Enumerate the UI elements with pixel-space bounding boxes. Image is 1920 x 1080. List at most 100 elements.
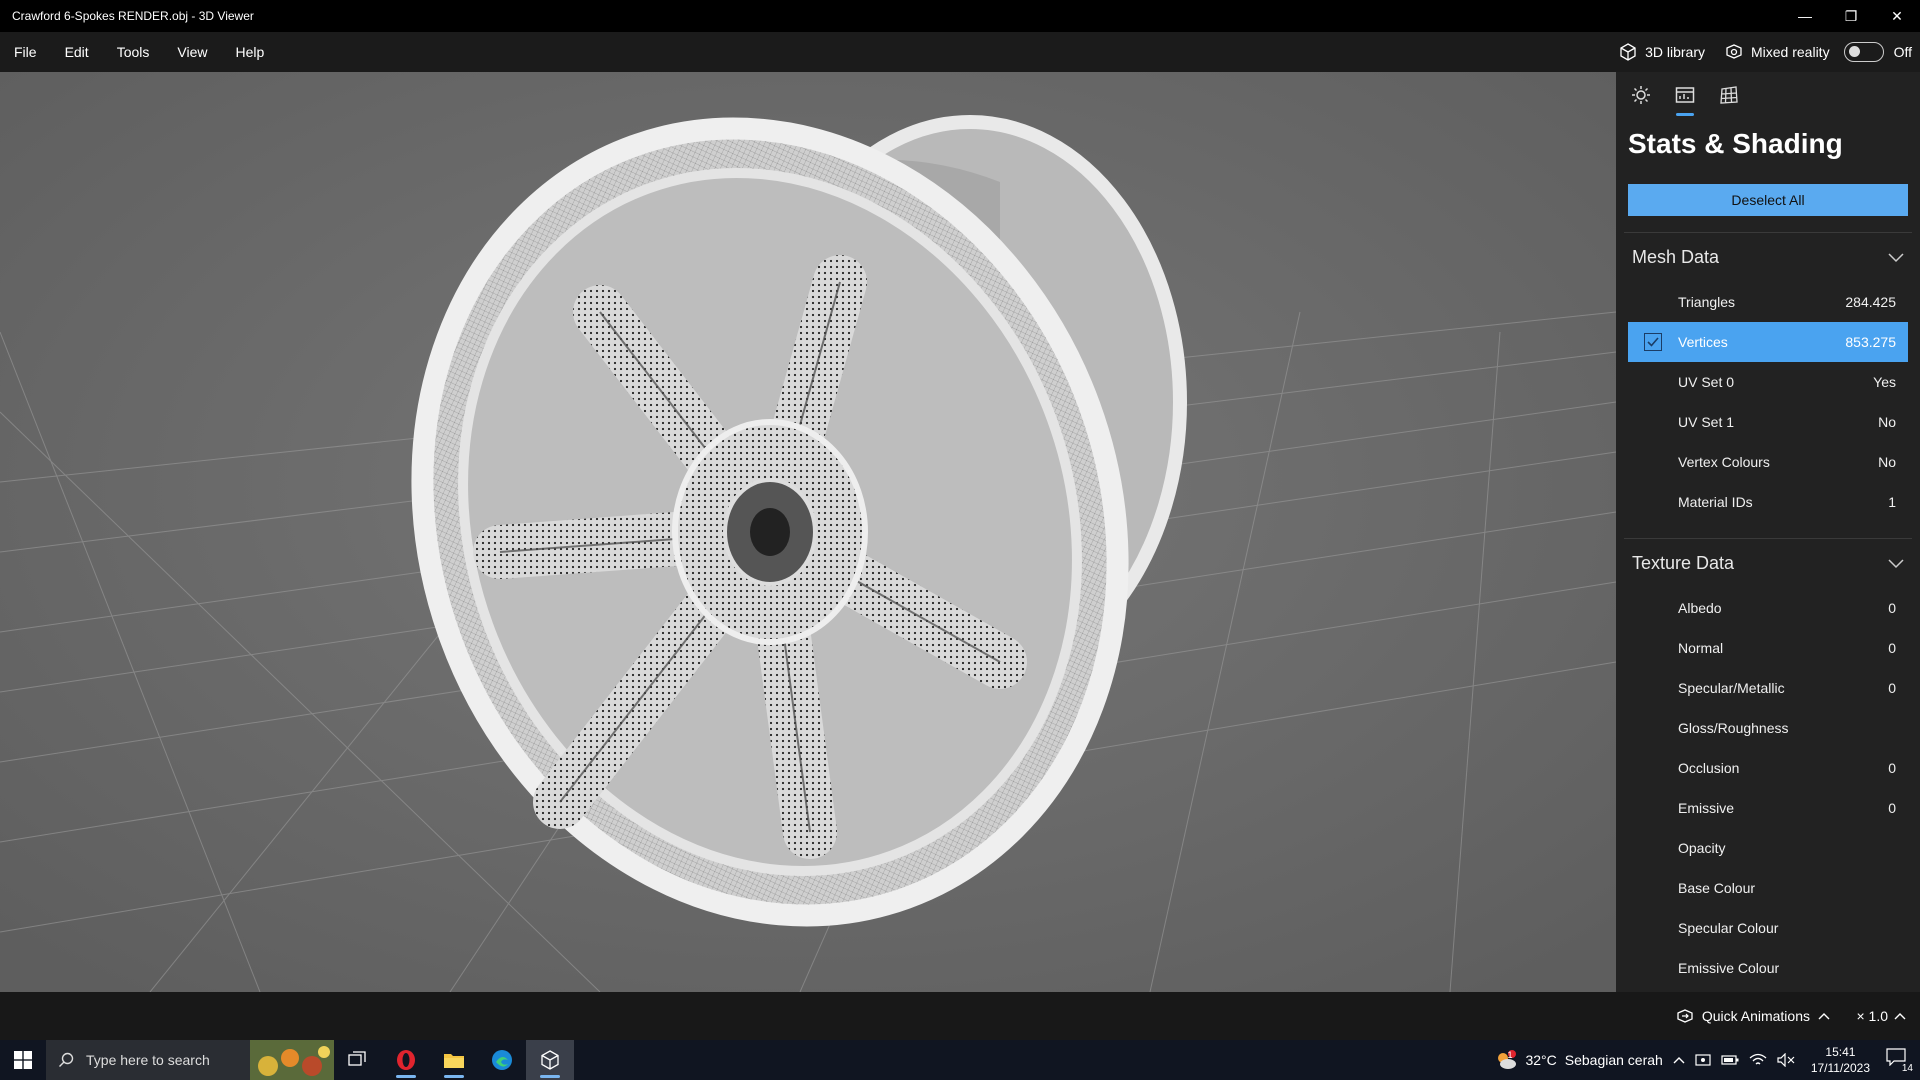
row-value: 0: [1888, 640, 1896, 656]
texture-row-albedo[interactable]: Albedo 0: [1628, 588, 1908, 628]
mixed-reality-toggle[interactable]: [1843, 42, 1884, 62]
texture-row-specular-colour[interactable]: Specular Colour: [1628, 908, 1908, 948]
mixed-reality-state: Off: [1893, 44, 1912, 60]
row-label: Emissive: [1678, 800, 1735, 816]
tab-lighting[interactable]: [1624, 78, 1658, 112]
texture-data-header[interactable]: Texture Data: [1624, 538, 1912, 588]
start-button[interactable]: [0, 1040, 46, 1080]
toggle-knob: [1848, 46, 1860, 57]
clock-time: 15:41: [1825, 1045, 1856, 1059]
vertices-checkbox[interactable]: [1644, 333, 1662, 351]
taskbar-opera[interactable]: [382, 1040, 430, 1080]
taskbar-file-explorer[interactable]: [430, 1040, 478, 1080]
row-label: Opacity: [1678, 840, 1726, 856]
search-highlight-image: [250, 1040, 334, 1080]
texture-row-gloss-roughness[interactable]: Gloss/Roughness: [1628, 708, 1908, 748]
status-bar: Quick Animations × 1.0: [0, 992, 1920, 1040]
mesh-data-title: Mesh Data: [1632, 247, 1720, 267]
tab-stats[interactable]: [1668, 78, 1702, 116]
texture-row-emissive-colour[interactable]: Emissive Colour: [1628, 948, 1908, 988]
row-value: 0: [1888, 800, 1896, 816]
close-button[interactable]: ✕: [1874, 0, 1920, 32]
row-label: Base Colour: [1678, 880, 1756, 896]
row-label: UV Set 0: [1678, 374, 1735, 390]
system-tray: 1 32°C Sebagian cerah 15:41 17/11/2023 1…: [1495, 1040, 1920, 1080]
texture-row-occlusion[interactable]: Occlusion 0: [1628, 748, 1908, 788]
menu-edit[interactable]: Edit: [51, 32, 103, 72]
notification-count: 14: [1900, 1063, 1914, 1074]
mixed-reality-icon: [1726, 44, 1742, 59]
texture-row-normal[interactable]: Normal 0: [1628, 628, 1908, 668]
stats-icon: [1675, 87, 1695, 103]
mesh-row-uv-set-1[interactable]: UV Set 1 No: [1628, 402, 1908, 442]
row-value: Yes: [1873, 374, 1896, 390]
mesh-data-header[interactable]: Mesh Data: [1624, 232, 1912, 282]
mixed-reality-label: Mixed reality: [1750, 44, 1830, 60]
chevron-up-icon[interactable]: [1673, 1056, 1685, 1064]
menu-tools[interactable]: Tools: [103, 32, 164, 72]
3d-viewport[interactable]: [0, 72, 1616, 992]
search-icon: [59, 1052, 74, 1067]
3d-library-button[interactable]: 3D library: [1609, 32, 1715, 72]
weather-temp: 32°C: [1525, 1052, 1557, 1068]
task-view-icon: [348, 1051, 366, 1066]
quick-animations-button[interactable]: Quick Animations: [1676, 992, 1830, 1040]
texture-row-specular-metallic[interactable]: Specular/Metallic 0: [1628, 668, 1908, 708]
battery-icon[interactable]: [1721, 1054, 1739, 1066]
title-bar: Crawford 6-Spokes RENDER.obj - 3D Viewer…: [0, 0, 1920, 32]
minimize-button[interactable]: —: [1782, 0, 1828, 32]
row-value: 0: [1888, 600, 1896, 616]
taskbar-3d-viewer[interactable]: [526, 1040, 574, 1080]
quick-animations-label: Quick Animations: [1701, 1008, 1810, 1024]
weather-widget[interactable]: 1 32°C Sebagian cerah: [1495, 1050, 1663, 1070]
row-check-area: [1628, 333, 1678, 351]
mesh-row-triangles[interactable]: Triangles 284.425: [1628, 282, 1908, 322]
clock-date: 17/11/2023: [1810, 1061, 1870, 1075]
deselect-all-button[interactable]: Deselect All: [1628, 184, 1908, 216]
texture-row-emissive[interactable]: Emissive 0: [1628, 788, 1908, 828]
panel-title: Stats & Shading: [1628, 128, 1843, 159]
notification-center-button[interactable]: 14: [1886, 1048, 1914, 1074]
weather-badge: 1: [1507, 1050, 1513, 1060]
menu-view[interactable]: View: [163, 32, 221, 72]
mesh-row-vertices[interactable]: Vertices 853.275: [1628, 322, 1908, 362]
chevron-up-icon: [1894, 1013, 1906, 1020]
mesh-row-uv-set-0[interactable]: UV Set 0 Yes: [1628, 362, 1908, 402]
chevron-down-icon: [1888, 558, 1904, 568]
row-label: Occlusion: [1678, 760, 1740, 776]
texture-row-opacity[interactable]: Opacity: [1628, 828, 1908, 868]
row-value: 853.275: [1845, 334, 1896, 350]
windows-taskbar: Type here to search 1 32°C Sebagian cera…: [0, 1040, 1920, 1080]
grid-icon: [1720, 86, 1738, 104]
row-label: Specular Colour: [1678, 920, 1779, 936]
animation-icon: [1677, 1009, 1693, 1023]
texture-row-base-colour[interactable]: Base Colour: [1628, 868, 1908, 908]
menu-file[interactable]: File: [0, 32, 51, 72]
folder-icon: [444, 1054, 464, 1068]
speaker-muted-icon[interactable]: [1777, 1053, 1795, 1067]
mixed-reality-button[interactable]: Mixed reality: [1715, 32, 1840, 72]
mesh-row-vertex-colours[interactable]: Vertex Colours No: [1628, 442, 1908, 482]
row-label: Emissive Colour: [1678, 960, 1780, 976]
texture-data-title: Texture Data: [1632, 553, 1735, 573]
stats-shading-panel: Stats & Shading Deselect All Mesh Data T…: [1616, 72, 1920, 992]
tab-grid[interactable]: [1712, 78, 1746, 112]
task-view-button[interactable]: [334, 1040, 382, 1080]
row-label: Triangles: [1678, 294, 1736, 310]
menu-help[interactable]: Help: [221, 32, 278, 72]
maximize-button[interactable]: ❐: [1828, 0, 1874, 32]
chevron-down-icon: [1888, 252, 1904, 262]
row-value: 0: [1888, 680, 1896, 696]
animation-speed-button[interactable]: × 1.0: [1856, 992, 1906, 1040]
mesh-row-material-ids[interactable]: Material IDs 1: [1628, 482, 1908, 522]
meet-now-icon[interactable]: [1695, 1052, 1711, 1068]
taskbar-edge[interactable]: [478, 1040, 526, 1080]
wifi-icon[interactable]: [1749, 1053, 1767, 1067]
clock[interactable]: 15:41 17/11/2023: [1805, 1044, 1876, 1076]
opera-icon: [397, 1050, 415, 1070]
row-label: Vertex Colours: [1678, 454, 1770, 470]
row-label: UV Set 1: [1678, 414, 1735, 430]
row-value: No: [1878, 414, 1896, 430]
3d-library-label: 3D library: [1645, 44, 1705, 60]
taskbar-search[interactable]: Type here to search: [46, 1040, 334, 1080]
